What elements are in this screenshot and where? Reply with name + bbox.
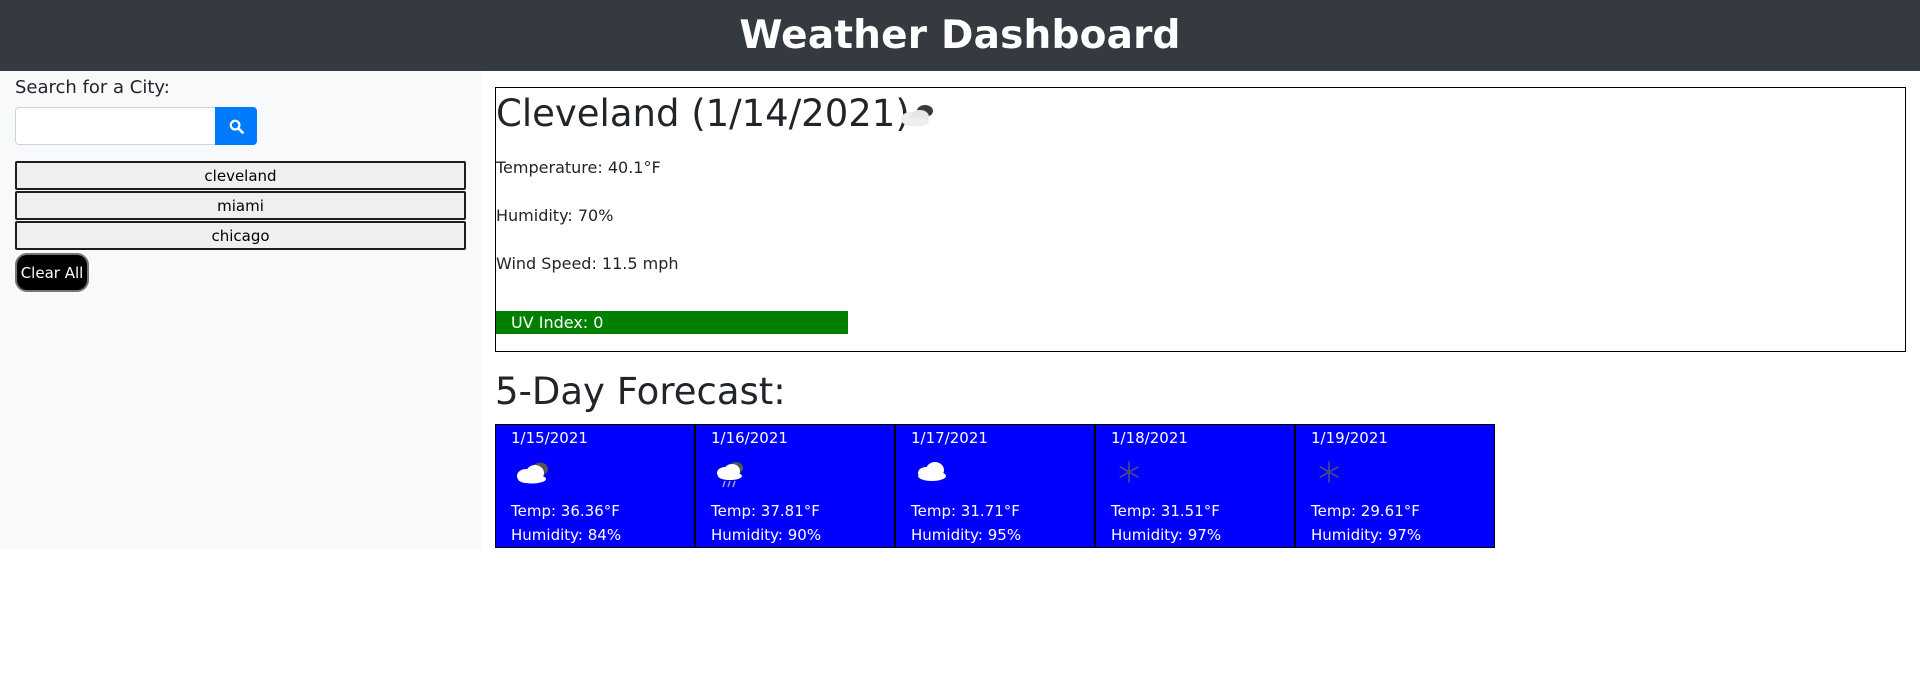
search-icon [229, 119, 244, 134]
forecast-temp: Temp: 29.61°F [1311, 502, 1420, 520]
current-weather-card: Cleveland (1/14/2021) Temperature: 40.1°… [495, 87, 1906, 352]
forecast-humidity: Humidity: 97% [1311, 526, 1422, 544]
forecast-card: 1/19/2021 Temp: 29.61°F Humidity: 97% [1295, 424, 1495, 548]
forecast-temp: Temp: 37.81°F [711, 502, 820, 520]
history-city-chicago[interactable]: chicago [15, 221, 466, 250]
forecast-humidity: Humidity: 84% [511, 526, 622, 544]
forecast-humidity: Humidity: 95% [911, 526, 1022, 544]
forecast-card: 1/17/2021 Temp: 31.71°F Humidity: 95% [895, 424, 1095, 548]
current-temperature: Temperature: 40.1°F [496, 158, 661, 177]
rain-cloud-icon [714, 459, 748, 493]
snowflake-icon [1114, 459, 1144, 489]
page-title: Weather Dashboard [739, 13, 1181, 58]
current-city-title: Cleveland (1/14/2021) [496, 92, 910, 135]
forecast-card: 1/18/2021 Temp: 31.51°F Humidity: 97% [1095, 424, 1295, 548]
sidebar: Search for a City: cleveland miami chica… [0, 71, 481, 549]
forecast-card: 1/16/2021 Temp: 37.81°F Humidity: 90% [695, 424, 895, 548]
forecast-row: 1/15/2021 Temp: 36.36°F Humidity: 84% 1/… [495, 424, 1495, 548]
forecast-date: 1/16/2021 [711, 429, 788, 447]
current-humidity: Humidity: 70% [496, 206, 614, 225]
forecast-date: 1/17/2021 [911, 429, 988, 447]
forecast-date: 1/19/2021 [1311, 429, 1388, 447]
cloud-icon [914, 459, 950, 487]
current-wind-speed: Wind Speed: 11.5 mph [496, 254, 679, 273]
history-city-cleveland[interactable]: cleveland [15, 161, 466, 190]
forecast-humidity: Humidity: 90% [711, 526, 822, 544]
forecast-date: 1/18/2021 [1111, 429, 1188, 447]
top-bar: Weather Dashboard [0, 0, 1920, 71]
cloudy-icon [514, 459, 552, 489]
clear-all-button[interactable]: Clear All [15, 253, 89, 292]
forecast-temp: Temp: 36.36°F [511, 502, 620, 520]
forecast-temp: Temp: 31.71°F [911, 502, 1020, 520]
forecast-card: 1/15/2021 Temp: 36.36°F Humidity: 84% [495, 424, 695, 548]
search-label: Search for a City: [15, 77, 170, 98]
forecast-humidity: Humidity: 97% [1111, 526, 1222, 544]
forecast-temp: Temp: 31.51°F [1111, 502, 1220, 520]
uv-index-badge: UV Index: 0 [496, 311, 848, 334]
city-search-input[interactable] [15, 107, 215, 145]
cloudy-icon [898, 102, 938, 133]
search-button[interactable] [215, 107, 257, 145]
forecast-title: 5-Day Forecast: [495, 370, 786, 413]
snowflake-icon [1314, 459, 1344, 489]
history-city-miami[interactable]: miami [15, 191, 466, 220]
forecast-date: 1/15/2021 [511, 429, 588, 447]
